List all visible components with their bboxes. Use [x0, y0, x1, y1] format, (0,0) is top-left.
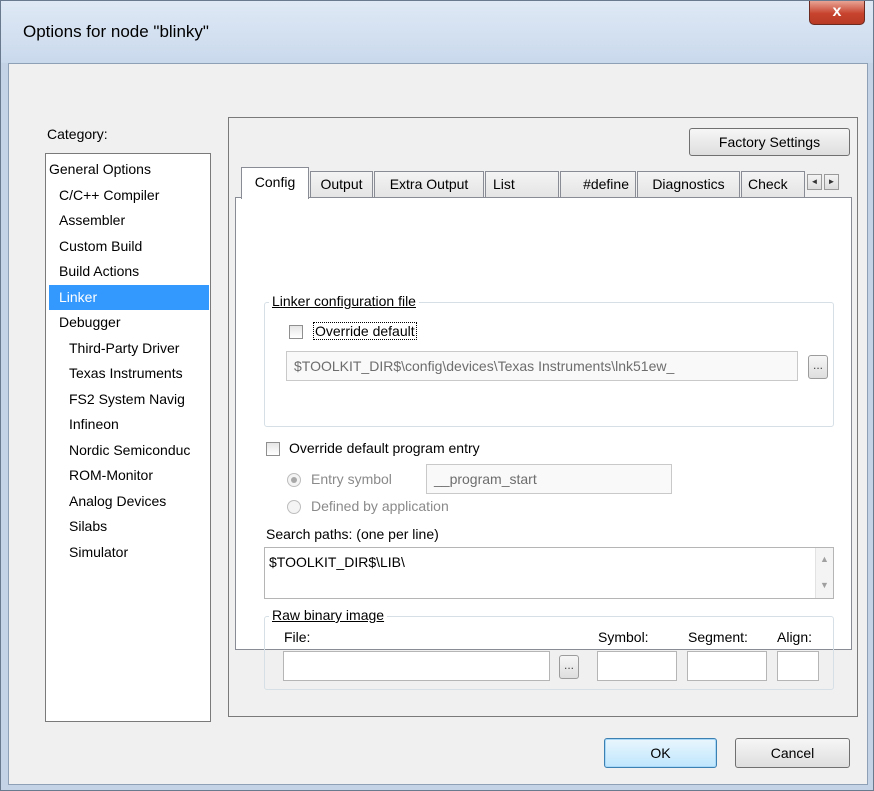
raw-binary-segment-field[interactable]: [687, 651, 767, 681]
defined-by-application-radio[interactable]: [287, 500, 301, 514]
category-item-assembler[interactable]: Assembler: [59, 208, 209, 233]
category-item-label: Third-Party Driver: [69, 340, 180, 356]
raw-binary-align-field[interactable]: [777, 651, 819, 681]
tab-list[interactable]: List: [485, 171, 559, 197]
override-program-entry-checkbox[interactable]: [266, 442, 280, 456]
title-bar: Options for node "blinky" x: [1, 1, 873, 63]
category-item-label: Silabs: [69, 518, 108, 534]
search-paths-value: $TOOLKIT_DIR$\LIB\: [269, 554, 405, 570]
linker-config-browse-button[interactable]: ...: [808, 355, 828, 379]
category-item-build-actions[interactable]: Build Actions: [59, 259, 209, 284]
scroll-up-icon[interactable]: ▲: [820, 554, 829, 564]
category-item-simulator[interactable]: Simulator: [69, 540, 209, 565]
entry-symbol-label[interactable]: Entry symbol: [311, 471, 392, 487]
category-label: Category:: [47, 126, 108, 142]
category-item-label: Nordic Semiconduc: [69, 442, 191, 458]
tab-diagnostics[interactable]: Diagnostics: [637, 171, 740, 197]
raw-binary-browse-button[interactable]: ...: [559, 655, 579, 679]
category-item-label: Analog Devices: [69, 493, 167, 509]
category-item-label: Simulator: [69, 544, 129, 560]
entry-symbol-radio[interactable]: [287, 473, 301, 487]
linker-config-path-field[interactable]: $TOOLKIT_DIR$\config\devices\Texas Instr…: [286, 351, 798, 381]
override-default-label[interactable]: Override default: [313, 322, 417, 340]
category-item-debugger[interactable]: Debugger: [59, 310, 209, 335]
segment-label: Segment:: [688, 629, 748, 645]
category-item-rom-monitor[interactable]: ROM-Monitor: [69, 463, 209, 488]
factory-settings-button[interactable]: Factory Settings: [689, 128, 850, 156]
tab-output[interactable]: Output: [310, 171, 373, 197]
category-item-fs2-system-navigator[interactable]: FS2 System Navig: [69, 387, 209, 412]
category-item-custom-build[interactable]: Custom Build: [59, 234, 209, 259]
tab-scroll-left-button[interactable]: ◄: [807, 174, 822, 190]
search-paths-label: Search paths: (one per line): [266, 526, 439, 542]
override-default-checkbox[interactable]: [289, 325, 303, 339]
group-title-text: Raw binary image: [272, 607, 385, 623]
arrow-right-icon: ►: [827, 177, 836, 186]
category-item-c-compiler[interactable]: C/C++ Compiler: [59, 183, 209, 208]
search-paths-scrollbar[interactable]: ▲ ▼: [815, 548, 833, 598]
category-item-label: C/C++ Compiler: [59, 187, 160, 203]
override-program-entry-label[interactable]: Override default program entry: [289, 440, 480, 456]
tab-extra-output[interactable]: Extra Output: [374, 171, 484, 197]
category-item-label: Texas Instruments: [69, 365, 183, 381]
category-item-label: Assembler: [59, 212, 126, 228]
category-item-texas-instruments[interactable]: Texas Instruments: [69, 361, 209, 386]
category-item-label: General Options: [49, 161, 151, 177]
category-item-label: ROM-Monitor: [69, 467, 154, 483]
category-item-label: Custom Build: [59, 238, 143, 254]
category-item-analog-devices[interactable]: Analog Devices: [69, 489, 209, 514]
category-item-infineon[interactable]: Infineon: [69, 412, 209, 437]
tab-scroll-right-button[interactable]: ►: [824, 174, 839, 190]
category-list[interactable]: General Options C/C++ Compiler Assembler…: [45, 153, 211, 722]
category-item-label: Linker: [59, 289, 98, 305]
raw-binary-symbol-field[interactable]: [597, 651, 677, 681]
raw-binary-file-field[interactable]: [283, 651, 550, 681]
category-item-silabs[interactable]: Silabs: [69, 514, 209, 539]
dialog-title: Options for node "blinky": [23, 22, 209, 41]
defined-by-application-label[interactable]: Defined by application: [311, 498, 449, 514]
raw-binary-group-title: Raw binary image: [269, 607, 388, 623]
close-icon: x: [832, 3, 842, 20]
tab-config[interactable]: Config: [241, 167, 309, 199]
category-item-linker[interactable]: Linker: [49, 285, 209, 310]
tab-check[interactable]: Check: [741, 171, 805, 197]
linker-config-group-title: Linker configuration file: [269, 293, 419, 309]
ok-button[interactable]: OK: [604, 738, 717, 768]
file-label: File:: [284, 629, 311, 645]
category-item-third-party-driver[interactable]: Third-Party Driver: [69, 336, 209, 361]
symbol-label: Symbol:: [598, 629, 649, 645]
category-item-label: Build Actions: [59, 263, 140, 279]
cancel-button[interactable]: Cancel: [735, 738, 850, 768]
category-item-label: Infineon: [69, 416, 119, 432]
category-item-nordic-semiconductor[interactable]: Nordic Semiconduc: [69, 438, 209, 463]
category-item-label: Debugger: [59, 314, 121, 330]
scroll-down-icon[interactable]: ▼: [820, 580, 829, 590]
close-button[interactable]: x: [809, 1, 865, 25]
align-label: Align:: [777, 629, 813, 645]
category-item-general-options[interactable]: General Options: [49, 157, 209, 182]
category-item-label: FS2 System Navig: [69, 391, 185, 407]
tab-define[interactable]: #define: [560, 171, 636, 197]
entry-symbol-field[interactable]: __program_start: [426, 464, 672, 494]
override-default-text: Override default: [315, 323, 415, 339]
config-tab-page: Linker configuration file Override defau…: [235, 197, 852, 690]
arrow-left-icon: ◄: [810, 177, 819, 186]
group-title-text: Linker configuration file: [272, 293, 416, 309]
search-paths-textarea[interactable]: $TOOLKIT_DIR$\LIB\ ▲ ▼: [264, 547, 834, 599]
